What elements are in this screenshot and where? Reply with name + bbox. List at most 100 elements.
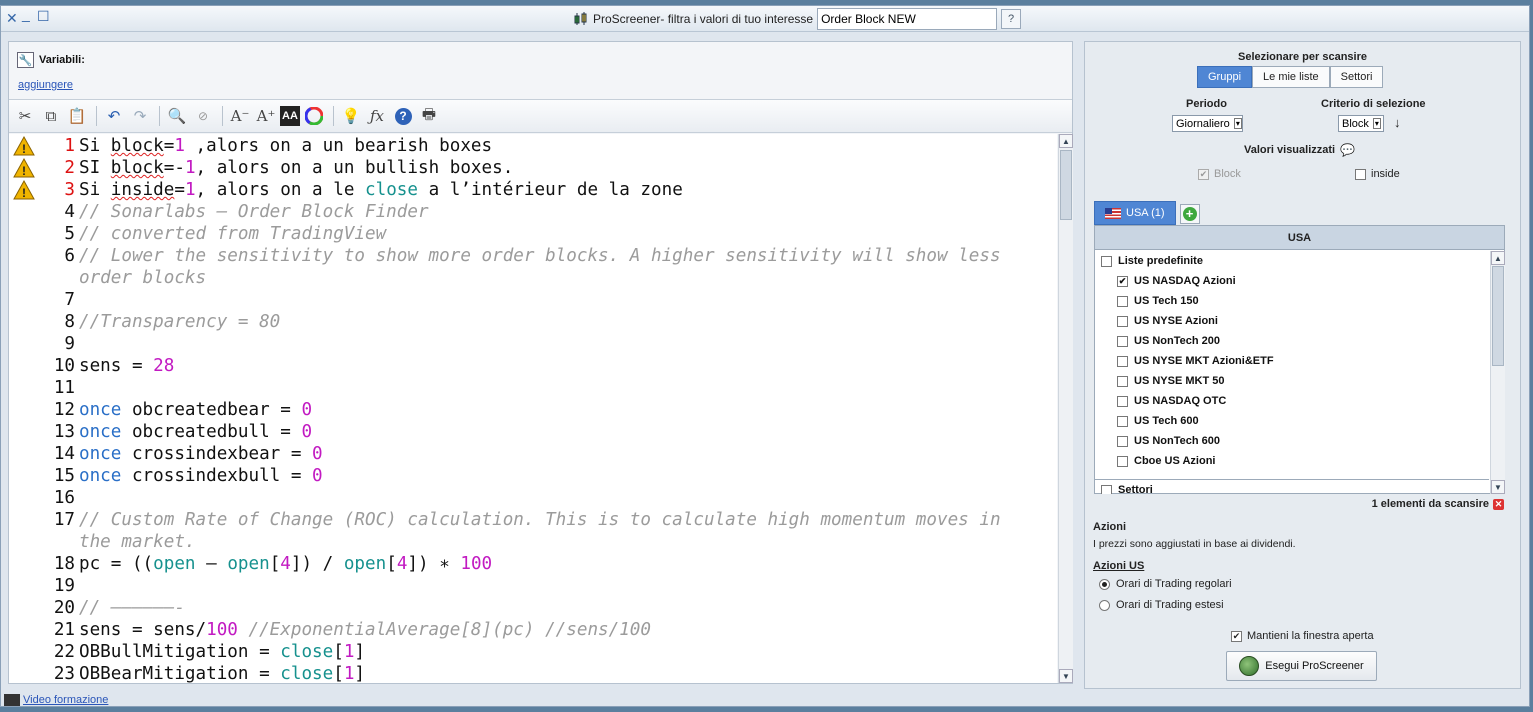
list-item[interactable]: US NonTech 200 xyxy=(1117,331,1220,351)
minimize-icon[interactable]: _ xyxy=(22,6,30,22)
code-text: once obcreatedbear = 0 xyxy=(79,400,313,420)
scroll-down-icon[interactable]: ▼ xyxy=(1491,480,1505,494)
list-scrollbar[interactable]: ▲ ▼ xyxy=(1490,251,1505,494)
list-item-label: US NYSE Azioni xyxy=(1134,315,1218,327)
list-item-checkbox[interactable] xyxy=(1117,455,1128,467)
list-item-checkbox[interactable] xyxy=(1117,355,1128,367)
scroll-up-icon[interactable]: ▲ xyxy=(1491,251,1505,265)
extended-hours-option[interactable]: Orari di Trading estesi xyxy=(1099,599,1224,611)
list-item[interactable]: US NYSE Azioni xyxy=(1117,311,1218,331)
toolbar-divider xyxy=(159,106,160,126)
list-item[interactable]: US NASDAQ OTC xyxy=(1117,391,1226,411)
list-item[interactable]: Cboe US Azioni xyxy=(1117,451,1215,471)
font-style-icon[interactable]: AA xyxy=(280,106,300,126)
tab-my-lists[interactable]: Le mie liste xyxy=(1252,66,1330,88)
stocks-note: I prezzi sono aggiustati in base ai divi… xyxy=(1093,538,1296,550)
tab-usa[interactable]: USA (1) xyxy=(1094,201,1176,225)
list-item-checkbox[interactable] xyxy=(1117,315,1128,327)
inside-checkbox[interactable] xyxy=(1355,168,1366,180)
maximize-icon[interactable]: ☐ xyxy=(37,8,50,25)
warning-icon[interactable]: ! xyxy=(13,157,35,178)
lightbulb-icon[interactable]: 💡 xyxy=(339,104,363,128)
sort-direction-icon[interactable]: ↓ xyxy=(1394,115,1401,130)
bottom-bar: Video formazione xyxy=(1,691,1076,708)
list-item-checkbox[interactable] xyxy=(1117,395,1128,407)
scrollbar-thumb[interactable] xyxy=(1492,266,1504,366)
scrollbar-thumb[interactable] xyxy=(1060,150,1072,220)
period-select[interactable]: Giornaliero ▾ xyxy=(1172,115,1243,132)
code-text: OBBearMitigation = close[1] xyxy=(79,664,366,683)
list-item[interactable]: US Tech 600 xyxy=(1117,411,1199,431)
list-item-label: US NonTech 600 xyxy=(1134,435,1220,447)
print-icon[interactable]: 🖶 xyxy=(417,104,441,128)
keep-open-checkbox[interactable]: ✔ xyxy=(1231,630,1242,642)
list-item-checkbox[interactable] xyxy=(1117,335,1128,347)
run-proscreener-button[interactable]: Esegui ProScreener xyxy=(1226,651,1377,681)
extended-hours-radio[interactable] xyxy=(1099,599,1110,611)
regular-hours-option[interactable]: Orari di Trading regolari xyxy=(1099,578,1232,590)
inside-label: inside xyxy=(1371,168,1400,180)
list-item-checkbox[interactable] xyxy=(1117,415,1128,427)
list-item-checkbox[interactable] xyxy=(1117,375,1128,387)
list-item[interactable]: US NonTech 600 xyxy=(1117,431,1220,451)
warning-icon[interactable]: ! xyxy=(13,179,35,200)
search-icon[interactable]: 🔍 xyxy=(165,104,189,128)
keep-window-open-option[interactable]: ✔ Mantieni la finestra aperta xyxy=(1231,630,1374,642)
color-wheel-icon[interactable] xyxy=(302,104,326,128)
list-item-label: US NYSE MKT 50 xyxy=(1134,375,1225,387)
add-market-button[interactable]: + xyxy=(1179,204,1200,224)
video-training-link[interactable]: Video formazione xyxy=(23,694,108,706)
list-item[interactable]: Settori xyxy=(1101,480,1153,494)
warning-icon[interactable]: ! xyxy=(13,135,35,156)
editor-scrollbar[interactable]: ▲ ▼ xyxy=(1058,134,1073,683)
criteria-label: Criterio di selezione xyxy=(1321,98,1426,110)
scroll-down-icon[interactable]: ▼ xyxy=(1059,669,1073,683)
function-icon[interactable]: ƒx xyxy=(365,104,389,128)
clear-selection-icon[interactable]: ✕ xyxy=(1493,498,1504,510)
tab-sectors[interactable]: Settori xyxy=(1329,66,1384,88)
close-icon[interactable]: ✕ xyxy=(6,10,18,27)
line-number: 8 xyxy=(64,312,75,332)
list-item-label: Liste predefinite xyxy=(1118,255,1203,267)
regular-hours-radio[interactable] xyxy=(1099,578,1110,590)
line-number: 22 xyxy=(53,642,75,662)
list-item[interactable]: US Tech 150 xyxy=(1117,291,1199,311)
code-editor[interactable]: ! 1 Si block=1 ,alors on a un bearish boxe… xyxy=(9,134,1057,683)
list-item-label: US NASDAQ Azioni xyxy=(1134,275,1236,287)
list-item[interactable]: US NYSE MKT Azioni&ETF xyxy=(1117,351,1274,371)
screener-name-input[interactable] xyxy=(817,8,998,30)
scan-count: 1 elementi da scansire ✕ xyxy=(1372,498,1504,510)
code-text: sens = 28 xyxy=(79,356,175,376)
period-value: Giornaliero xyxy=(1176,117,1230,130)
cut-icon[interactable]: ✂ xyxy=(13,104,37,128)
code-text: OBBullMitigation = close[1] xyxy=(79,642,366,662)
scroll-up-icon[interactable]: ▲ xyxy=(1059,134,1073,148)
scan-settings-panel: Selezionare per scansire Gruppi Le mie l… xyxy=(1084,41,1521,689)
regular-hours-label: Orari di Trading regolari xyxy=(1116,578,1232,590)
font-increase-icon[interactable]: A⁺ xyxy=(254,104,278,128)
undo-icon[interactable]: ↶ xyxy=(102,104,126,128)
displayed-inside-option[interactable]: inside xyxy=(1355,168,1400,180)
help-icon[interactable]: ? xyxy=(391,104,415,128)
paste-icon[interactable]: 📋 xyxy=(65,104,89,128)
criteria-select[interactable]: Block ▾ xyxy=(1338,115,1384,132)
copy-icon[interactable]: ⧉ xyxy=(39,104,63,128)
plus-icon: + xyxy=(1182,207,1197,221)
toolbar-divider xyxy=(333,106,334,126)
code-text: // Sonarlabs – Order Block Finder xyxy=(79,202,429,222)
help-doc-icon[interactable]: ? xyxy=(1001,9,1022,29)
font-decrease-icon[interactable]: A⁻ xyxy=(228,104,252,128)
list-item[interactable]: Liste predefinite xyxy=(1101,251,1203,271)
list-item-checkbox[interactable] xyxy=(1101,255,1112,267)
add-variable-link[interactable]: aggiungere xyxy=(18,79,73,91)
list-item-checkbox[interactable]: ✔ xyxy=(1117,275,1128,287)
comment-icon[interactable]: ⊘ xyxy=(191,104,215,128)
list-item[interactable]: ✔ US NASDAQ Azioni xyxy=(1117,271,1236,291)
redo-icon[interactable]: ↷ xyxy=(128,104,152,128)
scan-title: Selezionare per scansire xyxy=(1237,51,1367,63)
list-item[interactable]: US NYSE MKT 50 xyxy=(1117,371,1224,391)
tab-groups[interactable]: Gruppi xyxy=(1197,66,1253,88)
list-item-checkbox[interactable] xyxy=(1101,484,1112,494)
list-item-checkbox[interactable] xyxy=(1117,435,1128,447)
list-item-checkbox[interactable] xyxy=(1117,295,1128,307)
